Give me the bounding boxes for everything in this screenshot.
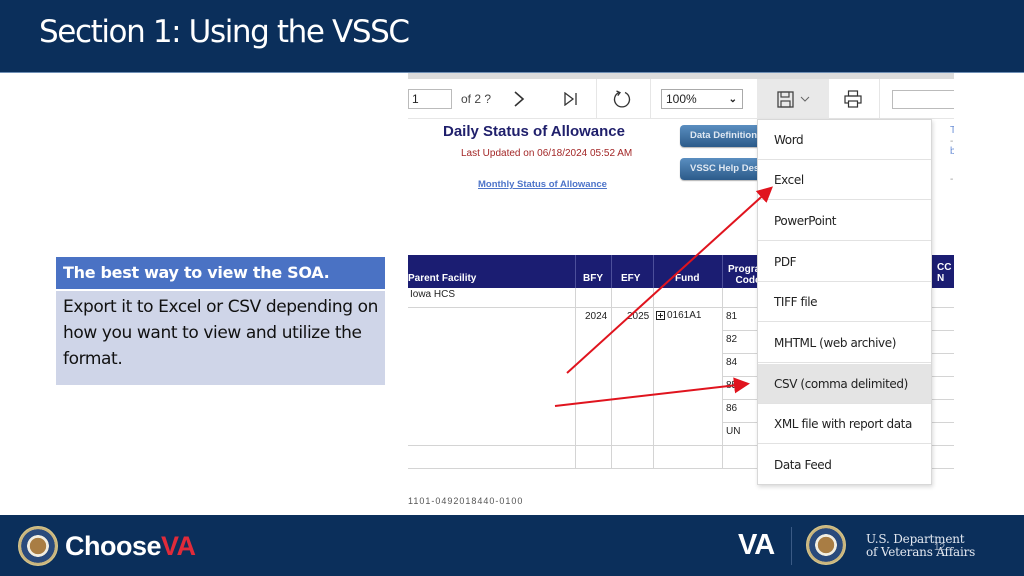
export-option-xml[interactable]: XML file with report data — [758, 404, 931, 444]
fund-value: 0161A1 — [667, 310, 702, 321]
expand-plus-icon[interactable] — [656, 311, 665, 320]
page-count-label: of 2 ? — [461, 92, 492, 106]
next-page-button[interactable] — [507, 79, 531, 119]
program-code-cell: 84 — [726, 357, 738, 368]
slide-number: 12 — [934, 542, 946, 553]
find-input[interactable] — [892, 90, 954, 109]
header-divider — [722, 255, 723, 288]
last-updated-text: Last Updated on 06/18/2024 05:52 AM — [461, 148, 633, 159]
chevron-down-icon — [800, 96, 809, 102]
slide-footer: ChooseVA VA U.S. Department of Veterans … — [0, 515, 1024, 576]
column-header-bfy: BFY — [583, 273, 603, 284]
toolbar-separator — [879, 79, 880, 119]
chevron-right-icon — [514, 91, 525, 107]
export-option-tiff[interactable]: TIFF file — [758, 282, 931, 322]
refresh-icon — [613, 90, 631, 108]
slide-title: Section 1: Using the VSSC — [39, 14, 410, 50]
slide-title-bar: Section 1: Using the VSSC — [0, 0, 1024, 73]
program-code-cell: 86 — [726, 403, 738, 414]
print-button[interactable] — [841, 79, 865, 119]
last-page-button[interactable] — [559, 79, 583, 119]
department-line-2: of Veterans Affairs — [866, 545, 976, 559]
program-code-cell: UN — [726, 426, 741, 437]
header-divider — [575, 255, 576, 288]
side-text: - — [950, 174, 954, 185]
export-dropdown-button[interactable] — [757, 79, 829, 119]
save-icon — [776, 90, 794, 108]
export-option-word[interactable]: Word — [758, 120, 931, 160]
va-logo: VA — [738, 529, 775, 561]
side-link-text[interactable]: b — [950, 146, 954, 157]
report-footer-fragment: 1101-0492018440-0100 — [408, 496, 524, 505]
print-icon — [844, 90, 862, 108]
va-seal-icon — [806, 525, 846, 565]
column-divider — [722, 288, 723, 468]
callout-body: Export it to Excel or CSV depending on h… — [56, 291, 385, 385]
choose-va-text: Choose — [65, 531, 162, 561]
chevron-down-icon: ⌄ — [728, 94, 737, 105]
column-header-parent-facility: Parent Facility — [408, 273, 477, 284]
toolbar-separator — [650, 79, 651, 119]
report-title: Daily Status of Allowance — [443, 123, 625, 140]
callout-heading: The best way to view the SOA. — [56, 257, 385, 289]
last-page-icon — [564, 92, 577, 106]
report-toolbar: 1 of 2 ? 100% ⌄ — [408, 79, 954, 119]
header-divider — [611, 255, 612, 288]
header-divider — [653, 255, 654, 288]
footer-divider — [791, 527, 792, 565]
bfy-cell: 2024 — [585, 311, 608, 322]
side-link-text[interactable]: T — [950, 125, 954, 136]
export-option-powerpoint[interactable]: PowerPoint — [758, 201, 931, 241]
fund-cell[interactable]: 0161A1 — [656, 310, 701, 321]
column-header-efy: EFY — [621, 273, 641, 284]
export-menu: Word Excel PowerPoint PDF TIFF file MHTM… — [757, 119, 932, 485]
facility-cell: Iowa HCS — [410, 289, 456, 300]
program-code-cell: 82 — [726, 334, 738, 345]
export-option-excel[interactable]: Excel — [758, 160, 931, 200]
department-name: U.S. Department of Veterans Affairs — [866, 533, 975, 559]
choose-va-logo: ChooseVA — [65, 531, 196, 562]
column-header-cc: CC N — [937, 262, 952, 284]
column-divider — [575, 288, 576, 468]
program-code-cell: 81 — [726, 311, 738, 322]
zoom-select[interactable]: 100% ⌄ — [661, 89, 743, 109]
va-seal-icon — [18, 526, 58, 566]
choose-va-mark: VA — [161, 531, 196, 561]
export-option-data-feed[interactable]: Data Feed — [758, 445, 931, 485]
page-number-input[interactable]: 1 — [408, 89, 452, 109]
toolbar-separator — [596, 79, 597, 119]
callout-box: The best way to view the SOA. Export it … — [56, 257, 385, 385]
column-divider — [611, 288, 612, 468]
program-code-cell: 85 — [726, 380, 738, 391]
monthly-status-link[interactable]: Monthly Status of Allowance — [478, 179, 607, 190]
column-divider — [653, 288, 654, 468]
efy-cell: 2025 — [627, 311, 650, 322]
export-option-mhtml[interactable]: MHTML (web archive) — [758, 323, 931, 363]
zoom-value: 100% — [666, 92, 697, 106]
column-header-fund: Fund — [675, 273, 700, 284]
export-option-pdf[interactable]: PDF — [758, 242, 931, 282]
refresh-button[interactable] — [608, 79, 636, 119]
export-option-csv[interactable]: CSV (comma delimited) — [758, 364, 931, 404]
